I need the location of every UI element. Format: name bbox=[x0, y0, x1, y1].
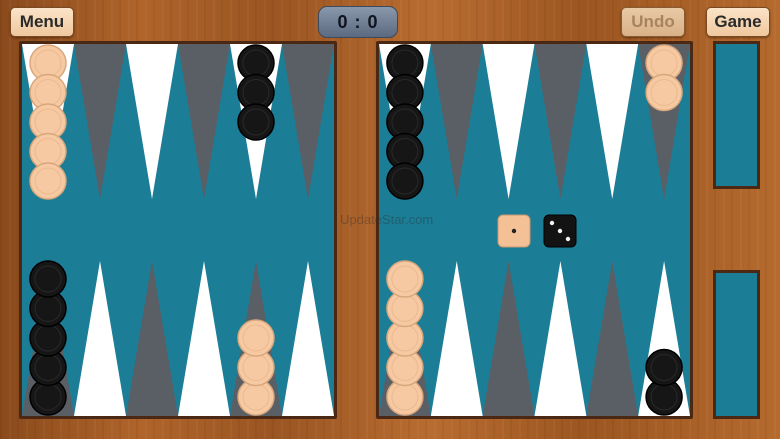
menu-button[interactable]: Menu bbox=[10, 7, 74, 37]
die-pip bbox=[565, 236, 571, 242]
game-button[interactable]: Game bbox=[706, 7, 770, 37]
undo-button[interactable]: Undo bbox=[621, 7, 685, 37]
board-right-half bbox=[376, 41, 693, 419]
bear-off-tray-top[interactable] bbox=[713, 41, 760, 189]
board-felt bbox=[379, 44, 690, 416]
board-felt bbox=[22, 44, 334, 416]
right-half-surface bbox=[379, 44, 690, 416]
die-pip bbox=[549, 220, 555, 226]
die-pip bbox=[557, 228, 563, 234]
watermark-text: UpdateStar.com bbox=[340, 212, 434, 227]
die-pip bbox=[511, 228, 517, 234]
score-display: 0 : 0 bbox=[318, 6, 398, 38]
bear-off-tray-bottom[interactable] bbox=[713, 270, 760, 419]
board-left-half bbox=[19, 41, 337, 419]
left-half-surface bbox=[22, 44, 334, 416]
